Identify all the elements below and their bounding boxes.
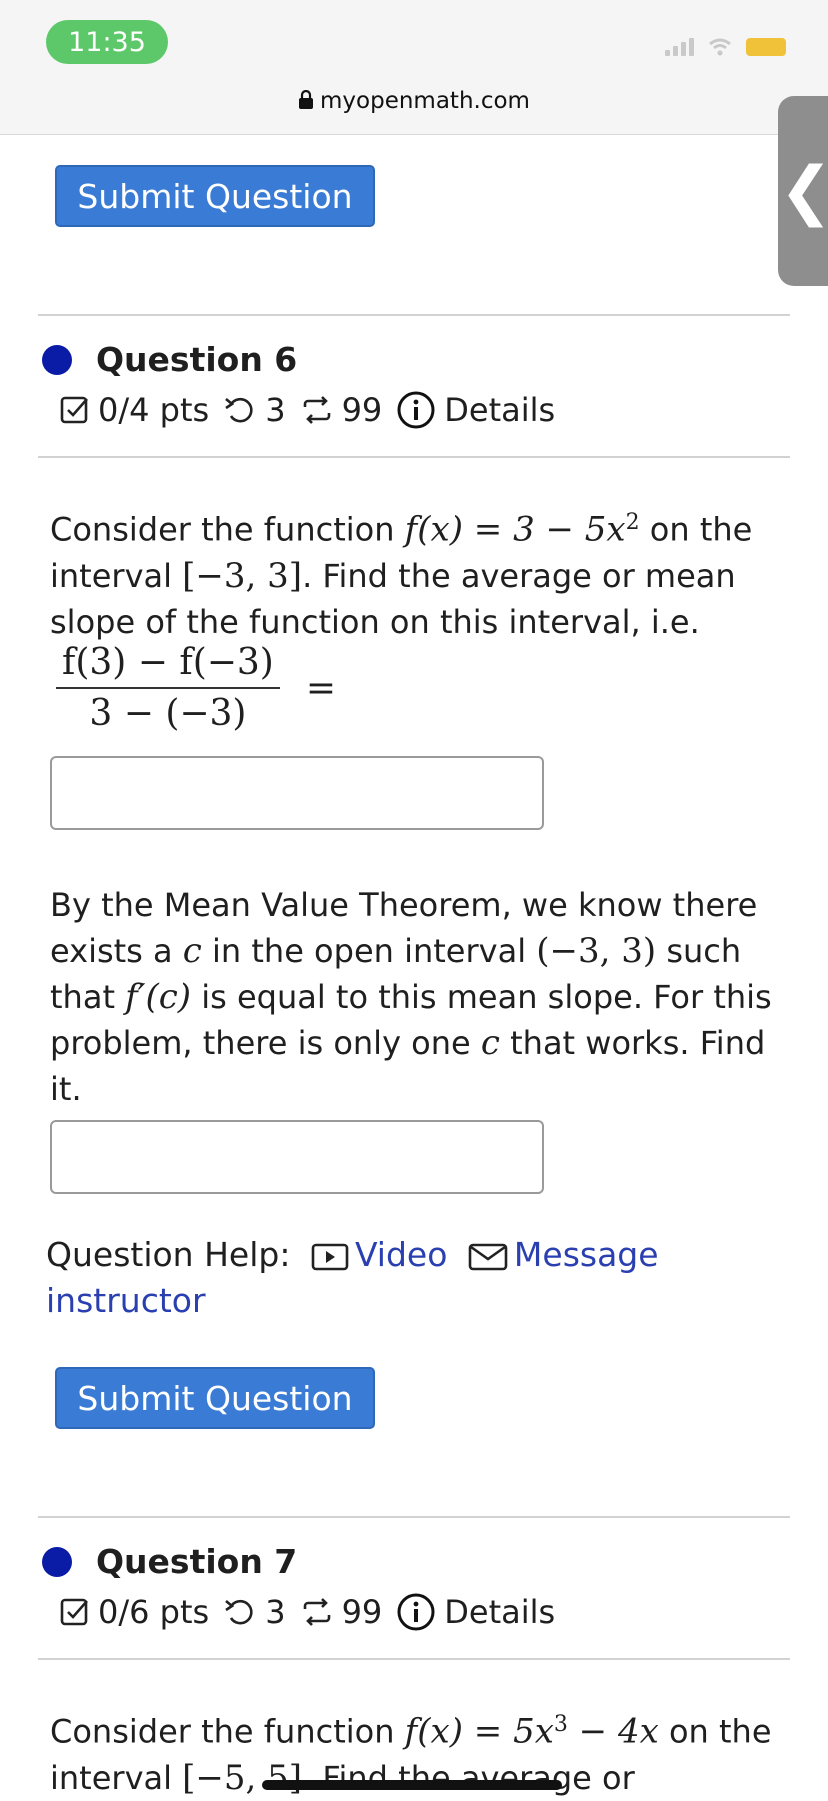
home-indicator[interactable] [262,1780,562,1790]
divider [38,314,790,316]
repeat-icon [303,396,330,424]
points: 0/4 pts [60,391,209,429]
repeat-icon [303,1598,330,1626]
question-6-prompt: Consider the function f(x) = 3 − 5x2 on … [50,509,753,641]
question-title-text: Question 7 [96,1542,298,1581]
status-dot-icon [42,344,72,375]
retries: 3 [223,1593,286,1631]
divider [38,1516,790,1518]
submit-question-button[interactable]: Submit Question [55,1367,375,1429]
attempts: 99 [300,391,382,429]
checkbox-icon [60,396,88,424]
question-6-meta: 0/4 pts 3 99 Details [60,390,569,430]
system-icons [665,38,786,56]
checkbox-icon [60,1598,88,1626]
retries: 3 [223,391,286,429]
chevron-left-icon: ❮ [779,154,828,228]
fraction-denominator: 3 − (−3) [89,693,247,734]
lock-icon [299,90,314,109]
status-dot-icon [42,1546,72,1577]
wifi-icon [709,38,731,56]
divider [38,456,790,458]
submit-question-button[interactable]: Submit Question [55,165,375,227]
math-function: f(x) = 3 − 5x [404,509,626,550]
question-help-label: Question Help: [46,1235,291,1274]
side-panel-tab[interactable]: ❮ [778,96,828,286]
attempts: 99 [300,1593,382,1631]
question-7-meta: 0/6 pts 3 99 Details [60,1592,569,1632]
info-icon [397,391,435,429]
mean-slope-answer-input[interactable] [50,756,544,830]
c-value-answer-input[interactable] [50,1120,544,1194]
question-6-title: Question 6 [42,340,297,379]
url-text: myopenmath.com [320,88,530,114]
signal-icon [665,38,694,56]
question-title-text: Question 6 [96,340,298,379]
undo-icon [225,1599,253,1625]
video-icon [311,1243,349,1271]
points: 0/6 pts [60,1593,209,1631]
fraction-numerator: f(3) − f(−3) [56,642,280,689]
math-interval: [−3, 3] [182,555,303,596]
divider [38,1658,790,1660]
mean-slope-fraction: f(3) − f(−3) 3 − (−3) = [56,642,336,734]
video-link[interactable]: Video [355,1235,447,1274]
question-7-title: Question 7 [42,1542,297,1581]
details-link[interactable]: Details [396,390,555,430]
question-help: Question Help: Video Message instructor [46,1232,786,1324]
time-indicator: 11:35 [46,20,168,64]
details-link[interactable]: Details [396,1592,555,1632]
browser-status-bar: 11:35 myopenmath.com [0,0,828,135]
address-bar[interactable]: myopenmath.com [0,88,828,114]
info-icon [397,1593,435,1631]
battery-icon [746,38,786,56]
question-6-mvt-prompt: By the Mean Value Theorem, we know there… [50,886,772,1108]
mail-icon [468,1243,508,1271]
undo-icon [225,397,253,423]
equals-sign: = [305,667,337,709]
